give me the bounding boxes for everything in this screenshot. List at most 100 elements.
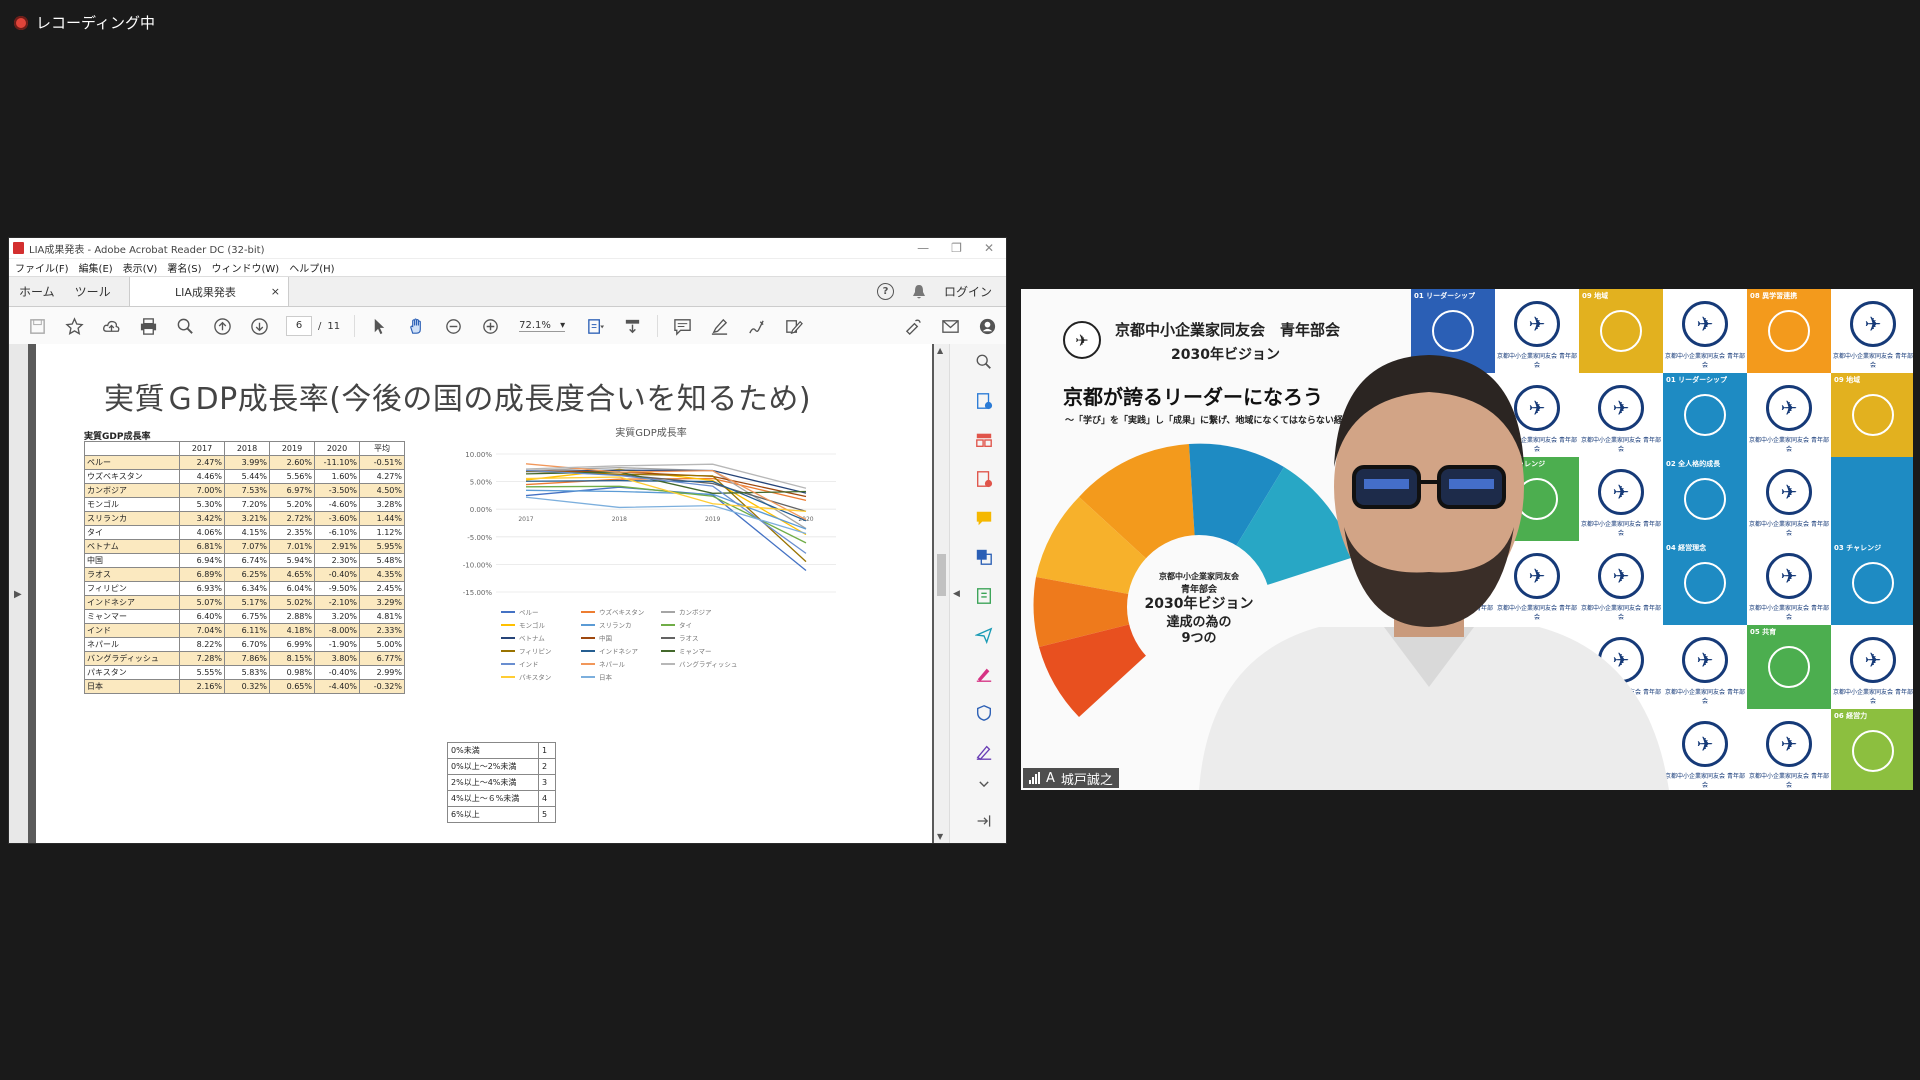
hand-tool-icon[interactable]	[398, 307, 435, 345]
legend-label: 日本	[599, 673, 613, 682]
table-cell: 7.28%	[179, 651, 225, 666]
upload-cloud-icon[interactable]	[93, 307, 130, 345]
zoom-dropdown[interactable]: 72.1% ▾	[519, 320, 566, 332]
menu-sign[interactable]: 署名(S)	[167, 260, 201, 275]
scroll-up-icon[interactable]: ▲	[937, 346, 943, 355]
search-tool-icon[interactable]	[974, 352, 994, 372]
organization-logo-icon: ✈	[1766, 469, 1812, 515]
menu-help[interactable]: ヘルプ(H)	[289, 260, 334, 275]
tile-pictogram-icon	[1768, 646, 1810, 688]
signal-bars-icon	[1029, 772, 1040, 784]
table-cell: 4.50%	[359, 483, 405, 498]
table-cell: 2.16%	[179, 679, 225, 694]
edit-sign-icon[interactable]	[974, 742, 994, 762]
table-cell: ベトナム	[84, 539, 180, 554]
vision-tile: 06 経営力	[1831, 709, 1913, 790]
tab-tools[interactable]: ツール	[65, 283, 121, 300]
edit-pdf-icon[interactable]	[775, 307, 812, 345]
table-cell: 4.18%	[269, 623, 315, 638]
vision-tile: ✈ 京都中小企業家同友会 青年部会	[1747, 373, 1831, 457]
table-cell: 5.94%	[269, 553, 315, 568]
score-cell: 0%以上～2%未満	[447, 758, 539, 775]
legend-label: 中国	[599, 634, 612, 643]
sign-icon[interactable]	[738, 307, 775, 345]
page-up-icon[interactable]	[204, 307, 241, 345]
login-link[interactable]: ログイン	[944, 283, 992, 300]
table-cell: 2.33%	[359, 623, 405, 638]
header-cell: 平均	[359, 441, 405, 456]
zoom-value: 72.1%	[519, 320, 551, 331]
highlight-pen-icon[interactable]	[701, 307, 738, 345]
left-panel-toggle[interactable]: ▶	[9, 344, 28, 843]
legend-label: タイ	[679, 621, 692, 630]
share-user-icon[interactable]	[969, 307, 1006, 345]
score-row: 0%以上～2%未満 2	[447, 758, 556, 775]
table-cell: 1.60%	[314, 469, 360, 484]
legend-label: ベトナム	[519, 635, 545, 643]
restore-icon[interactable]: ❐	[951, 241, 962, 255]
scroll-mode-icon[interactable]	[614, 307, 651, 345]
scroll-down-icon[interactable]: ▼	[937, 832, 943, 841]
table-cell: 5.55%	[179, 665, 225, 680]
table-cell: スリランカ	[84, 511, 180, 526]
link-sign-icon[interactable]	[895, 307, 932, 345]
table-cell: 5.48%	[359, 553, 405, 568]
print-icon[interactable]	[130, 307, 167, 345]
legend-label: ミャンマー	[679, 648, 712, 656]
x-tick-label: 2017	[518, 516, 533, 523]
table-cell: 2.72%	[269, 511, 315, 526]
participant-image	[1199, 355, 1669, 790]
close-window-icon[interactable]: ✕	[984, 241, 994, 255]
bell-icon[interactable]	[912, 284, 926, 300]
star-icon[interactable]	[56, 307, 93, 345]
page-down-icon[interactable]	[241, 307, 278, 345]
zoom-search-icon[interactable]	[167, 307, 204, 345]
pdf-page: 実質ＧDP成長率(今後の国の成長度合いを知るため) 実質GDP成長率 2017 …	[36, 344, 932, 843]
table-row: ミャンマー 6.40% 6.75% 2.88% 3.20% 4.81%	[84, 609, 405, 624]
table-cell: 6.93%	[179, 581, 225, 596]
participant-video[interactable]: ✈ 京都中小企業家同友会 青年部会 2030年ビジョン 京都が誇るリーダーになろ…	[1021, 289, 1913, 790]
send-for-review-icon[interactable]	[974, 625, 994, 645]
menu-bar: ファイル(F) 編集(E) 表示(V) 署名(S) ウィンドウ(W) ヘルプ(H…	[9, 259, 1006, 276]
zoom-out-icon[interactable]	[435, 307, 472, 345]
more-tools-chevron-icon[interactable]	[974, 774, 994, 794]
select-cursor-icon[interactable]	[361, 307, 398, 345]
vertical-scrollbar[interactable]: ▲ ▼	[934, 344, 949, 843]
menu-view[interactable]: 表示(V)	[123, 260, 158, 275]
table-row: 中国 6.94% 6.74% 5.94% 2.30% 5.48%	[84, 553, 405, 568]
comment-icon[interactable]	[664, 307, 701, 345]
export-pdf-icon[interactable]	[974, 391, 994, 411]
compress-pdf-icon[interactable]	[974, 586, 994, 606]
menu-file[interactable]: ファイル(F)	[15, 260, 69, 275]
menu-edit[interactable]: 編集(E)	[79, 260, 113, 275]
table-cell: ペルー	[84, 455, 180, 470]
email-icon[interactable]	[932, 307, 969, 345]
minimize-icon[interactable]: —	[917, 241, 929, 255]
scroll-thumb[interactable]	[937, 554, 946, 596]
table-cell: フィリピン	[84, 581, 180, 596]
expand-left-icon[interactable]: ▶	[14, 589, 22, 600]
protect-shield-icon[interactable]	[974, 703, 994, 723]
menu-window[interactable]: ウィンドウ(W)	[212, 260, 280, 275]
page-number-input[interactable]: 6	[286, 316, 312, 336]
tab-home[interactable]: ホーム	[9, 283, 65, 300]
collapse-pane-icon[interactable]	[974, 811, 994, 831]
fill-sign-icon[interactable]	[974, 664, 994, 684]
create-pdf-icon[interactable]	[974, 469, 994, 489]
organization-logo-icon: ✈	[1850, 301, 1896, 347]
save-icon[interactable]	[19, 307, 56, 345]
zoom-in-icon[interactable]	[472, 307, 509, 345]
x-tick-label: 2018	[612, 516, 627, 523]
table-cell: -6.10%	[314, 525, 360, 540]
gdp-table: 2017 2018 2019 2020 平均 ペルー 2.47% 3.99% 2.60…	[84, 441, 405, 694]
table-cell: インドネシア	[84, 595, 180, 610]
organize-pages-icon[interactable]	[974, 430, 994, 450]
help-icon[interactable]: ?	[876, 283, 894, 300]
comment-tool-icon[interactable]	[974, 508, 994, 528]
fit-page-icon[interactable]	[577, 307, 614, 345]
collapse-right-icon[interactable]: ◀	[953, 589, 960, 599]
tab-close-icon[interactable]: ×	[271, 285, 280, 298]
tab-document[interactable]: LIA成果発表 ×	[129, 277, 289, 306]
combine-files-icon[interactable]	[974, 547, 994, 567]
vision-tile: ✈ 京都中小企業家同友会 青年部会	[1747, 457, 1831, 541]
